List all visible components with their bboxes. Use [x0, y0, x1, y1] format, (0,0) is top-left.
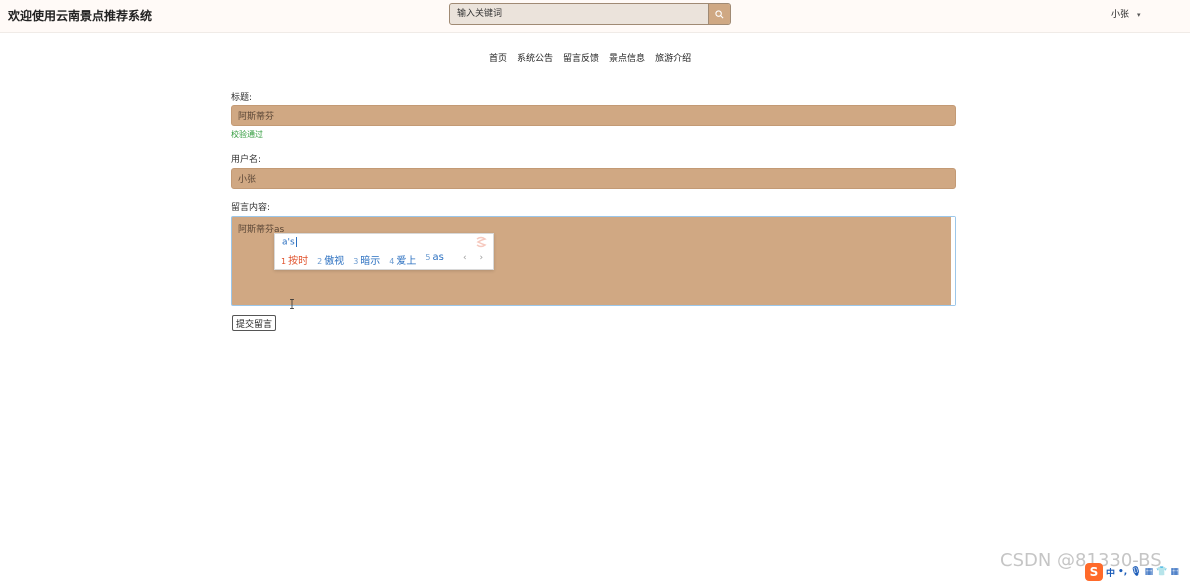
ime-candidate-3[interactable]: 3 暗示 [353, 252, 380, 267]
ime-composition: a's [282, 237, 297, 248]
nav-item-home[interactable]: 首页 [489, 51, 507, 64]
user-menu[interactable]: 小张 ▾ [1111, 7, 1141, 20]
ime-lang-toggle[interactable]: 中 [1106, 566, 1115, 579]
ime-menu-icon[interactable]: ▦ [1170, 567, 1179, 577]
nav-item-feedback[interactable]: 留言反馈 [563, 51, 599, 64]
ime-caret [295, 237, 297, 247]
ime-status-toolbar: S 中 •, 🎙 ▦ 👕 ▦ [1085, 563, 1189, 581]
ime-page-arrows[interactable]: ‹ › [463, 253, 488, 263]
search-button[interactable] [708, 4, 730, 24]
main-nav: 首页 系统公告 留言反馈 景点信息 旅游介绍 [489, 51, 691, 64]
user-name: 小张 [1111, 10, 1130, 20]
skin-icon[interactable]: 👕 [1156, 567, 1167, 577]
search-input[interactable] [450, 4, 700, 24]
username-input[interactable] [231, 168, 956, 189]
textarea-scrollbar[interactable] [951, 217, 955, 305]
nav-item-attractions[interactable]: 景点信息 [609, 51, 645, 64]
keyboard-icon[interactable]: ▦ [1145, 567, 1154, 577]
ime-candidate-2[interactable]: 2 傲视 [317, 252, 344, 267]
content-label: 留言内容: [231, 203, 271, 213]
top-bar: 欢迎使用云南景点推荐系统 小张 ▾ [0, 0, 1190, 33]
ime-brand-icon [476, 236, 487, 248]
submit-feedback-button[interactable]: 提交留言 [232, 315, 277, 331]
ime-candidate-1[interactable]: 1 按时 [281, 252, 308, 267]
search-box [449, 3, 731, 25]
nav-item-travel-intro[interactable]: 旅游介绍 [655, 51, 691, 64]
text-cursor-icon [289, 299, 295, 312]
site-title: 欢迎使用云南景点推荐系统 [8, 9, 153, 23]
ime-candidate-list: 1 按时 2 傲视 3 暗示 4 爱上 5 as [281, 252, 444, 267]
title-label: 标题: [231, 93, 253, 103]
search-icon [715, 9, 724, 18]
title-valid-message: 校验通过 [231, 130, 263, 139]
sogou-logo-icon[interactable]: S [1085, 563, 1103, 581]
ime-candidate-4[interactable]: 4 爱上 [389, 252, 416, 267]
title-input[interactable] [231, 105, 956, 126]
ime-candidate-5[interactable]: 5 as [425, 252, 443, 267]
ime-candidate-popup: a's 1 按时 2 傲视 3 暗示 4 爱上 5 as ‹ › [274, 233, 494, 270]
chevron-down-icon: ▾ [1137, 11, 1141, 19]
ime-composition-text: a's [282, 237, 295, 248]
nav-item-announcements[interactable]: 系统公告 [517, 51, 553, 64]
ime-punct-toggle[interactable]: •, [1118, 567, 1127, 577]
i-beam-icon [290, 299, 294, 310]
microphone-icon[interactable]: 🎙 [1130, 567, 1141, 577]
username-label: 用户名: [231, 155, 262, 165]
